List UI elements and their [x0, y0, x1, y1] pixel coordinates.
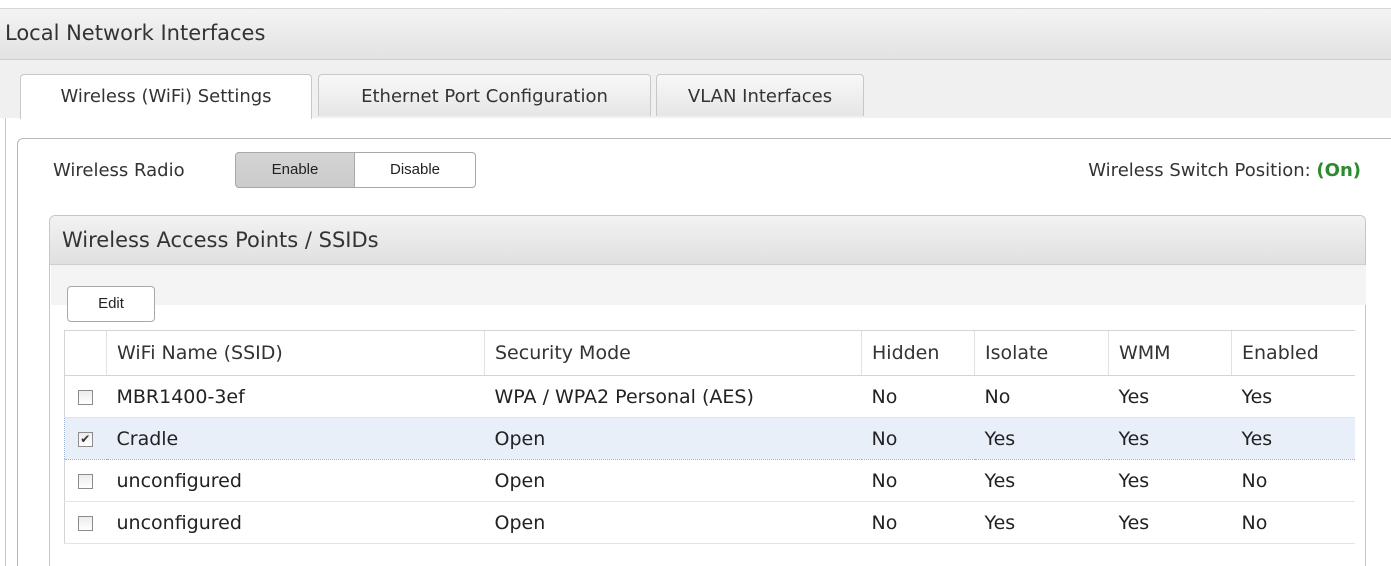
access-points-title: Wireless Access Points / SSIDs: [62, 228, 379, 252]
ssid-cell: unconfigured: [106, 459, 485, 502]
isolate-cell: Yes: [974, 501, 1109, 544]
wmm-cell: Yes: [1108, 501, 1232, 544]
security-cell: Open: [484, 459, 862, 502]
column-header-ssid[interactable]: WiFi Name (SSID): [106, 330, 485, 376]
row-select-cell: [64, 501, 107, 544]
ssid-cell: Cradle: [106, 417, 485, 460]
edit-button[interactable]: Edit: [67, 286, 155, 322]
column-header-select: [64, 330, 107, 376]
wireless-switch-value: (On): [1316, 160, 1361, 181]
row-select-cell: [64, 417, 107, 460]
page-title: Local Network Interfaces: [5, 21, 266, 45]
column-header-isolate[interactable]: Isolate: [974, 330, 1109, 376]
table-row[interactable]: unconfigured Open No Yes Yes No: [64, 501, 1355, 544]
security-cell: WPA / WPA2 Personal (AES): [484, 375, 862, 418]
wireless-switch-label: Wireless Switch Position:: [1088, 160, 1317, 181]
enabled-cell: Yes: [1231, 375, 1355, 418]
column-header-hidden[interactable]: Hidden: [861, 330, 975, 376]
page-header: Local Network Interfaces: [0, 9, 1391, 60]
row-select-cell: [64, 459, 107, 502]
column-header-enabled[interactable]: Enabled: [1231, 330, 1355, 376]
wmm-cell: Yes: [1108, 417, 1232, 460]
ssid-cell: MBR1400-3ef: [106, 375, 485, 418]
wmm-cell: Yes: [1108, 459, 1232, 502]
isolate-cell: Yes: [974, 417, 1109, 460]
tab-ethernet-port-configuration[interactable]: Ethernet Port Configuration: [318, 74, 651, 116]
access-points-panel: Wireless Access Points / SSIDs Edit WiFi…: [49, 215, 1366, 566]
wireless-switch-position: Wireless Switch Position: (On): [1088, 160, 1361, 181]
wireless-radio-label: Wireless Radio: [53, 160, 185, 181]
disable-button[interactable]: Disable: [355, 152, 476, 188]
enable-button[interactable]: Enable: [235, 152, 355, 188]
hidden-cell: No: [861, 375, 975, 418]
tab-content-border: [5, 118, 6, 566]
hidden-cell: No: [861, 501, 975, 544]
row-select-cell: [64, 375, 107, 418]
security-cell: Open: [484, 501, 862, 544]
table-header-row: WiFi Name (SSID) Security Mode Hidden Is…: [64, 330, 1355, 376]
security-cell: Open: [484, 417, 862, 460]
access-points-header: Wireless Access Points / SSIDs: [50, 216, 1365, 265]
column-header-wmm[interactable]: WMM: [1108, 330, 1232, 376]
enabled-cell: Yes: [1231, 417, 1355, 460]
isolate-cell: Yes: [974, 459, 1109, 502]
hidden-cell: No: [861, 459, 975, 502]
row-checkbox[interactable]: [78, 473, 94, 489]
isolate-cell: No: [974, 375, 1109, 418]
column-header-security-mode[interactable]: Security Mode: [484, 330, 862, 376]
table-row[interactable]: MBR1400-3ef WPA / WPA2 Personal (AES) No…: [64, 375, 1355, 418]
row-checkbox[interactable]: [78, 515, 94, 531]
ssid-table: WiFi Name (SSID) Security Mode Hidden Is…: [64, 330, 1355, 544]
tab-wireless-settings[interactable]: Wireless (WiFi) Settings: [20, 74, 312, 119]
access-points-toolbar: [51, 265, 1366, 305]
row-checkbox[interactable]: [78, 389, 94, 405]
row-checkbox[interactable]: [78, 431, 94, 447]
enabled-cell: No: [1231, 501, 1355, 544]
wmm-cell: Yes: [1108, 375, 1232, 418]
hidden-cell: No: [861, 417, 975, 460]
ssid-cell: unconfigured: [106, 501, 485, 544]
table-row-selected[interactable]: Cradle Open No Yes Yes Yes: [64, 417, 1355, 460]
table-row[interactable]: unconfigured Open No Yes Yes No: [64, 459, 1355, 502]
enabled-cell: No: [1231, 459, 1355, 502]
tab-vlan-interfaces[interactable]: VLAN Interfaces: [656, 74, 864, 116]
